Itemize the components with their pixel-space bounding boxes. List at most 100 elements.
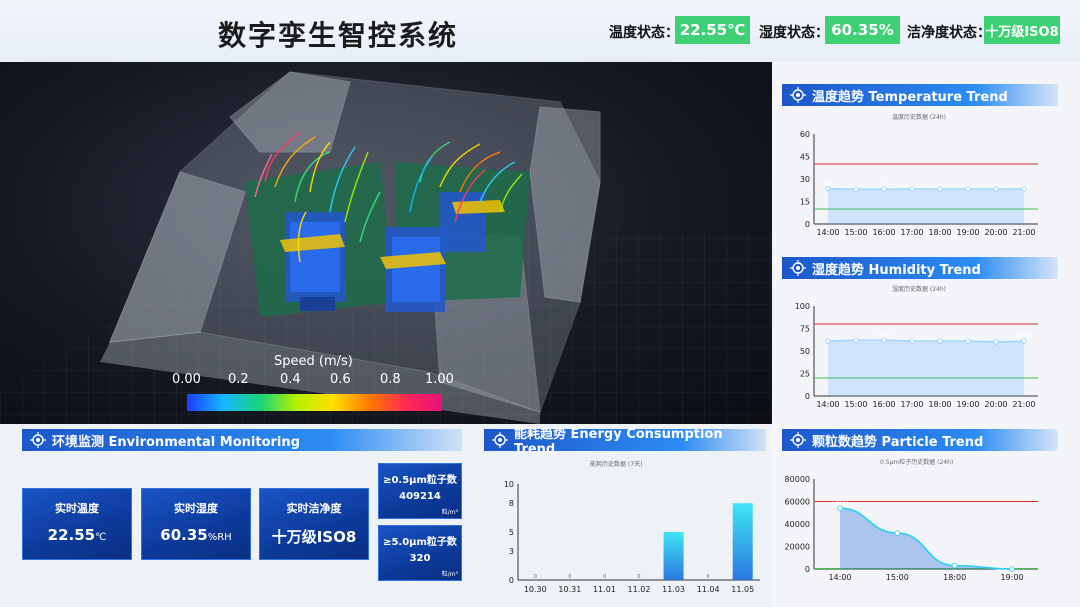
particle-50um-card: ≥5.0μm粒子数 320 粒/m³ bbox=[378, 525, 462, 581]
x-tick-label: 14:00 bbox=[828, 573, 851, 582]
humidity-chart-subtitle: 湿度历史数据 (24h) bbox=[892, 286, 947, 293]
data-label: 54023 bbox=[832, 500, 848, 506]
particle-unit: 粒/m³ bbox=[441, 509, 458, 516]
speed-legend-title: Speed (m/s) bbox=[274, 354, 353, 369]
humidity-status-label: 湿度状态： bbox=[759, 25, 829, 41]
speed-tick: 1.00 bbox=[425, 372, 454, 387]
card-value-row: 22.55℃ bbox=[22, 526, 132, 544]
bar-value-label: 5 bbox=[672, 526, 675, 532]
data-point bbox=[853, 186, 859, 192]
data-point bbox=[937, 338, 943, 344]
data-label: 60.3% bbox=[1016, 333, 1032, 339]
x-tick-label: 19:00 bbox=[956, 400, 979, 409]
data-point bbox=[1021, 186, 1027, 192]
data-point bbox=[951, 562, 958, 569]
bar-value-label: 0 bbox=[637, 574, 640, 580]
x-tick-label: 18:00 bbox=[943, 573, 966, 582]
cleanroom-3d-model bbox=[0, 71, 772, 424]
speed-tick: 0.4 bbox=[280, 372, 301, 387]
bar-value-label: 0 bbox=[568, 574, 571, 580]
energy-trend-chart: 0 3 5 8 10 10.30 0 10.31 0 11.01 0 11.02 0 11.03 5 11.0… bbox=[504, 480, 760, 594]
card-label: 实时温度 bbox=[55, 502, 99, 515]
y-tick-label: 100 bbox=[795, 302, 810, 311]
x-tick-label: 18:00 bbox=[928, 228, 951, 237]
y-tick-label: 50 bbox=[800, 347, 810, 356]
data-point bbox=[1009, 566, 1015, 572]
card-value: 22.55 bbox=[47, 526, 96, 544]
data-point bbox=[993, 186, 999, 192]
humidity-trend-title: 湿度趋势 Humidity Trend bbox=[812, 262, 981, 278]
x-tick-label: 11.04 bbox=[697, 585, 720, 594]
x-tick-label: 14:00 bbox=[816, 228, 839, 237]
x-tick-label: 11.02 bbox=[628, 585, 651, 594]
series-area bbox=[828, 340, 1024, 396]
particle-value: 320 bbox=[409, 553, 431, 564]
realtime-humidity-card: 实时湿度 60.35%RH bbox=[141, 488, 251, 560]
data-point bbox=[853, 337, 859, 343]
data-point bbox=[894, 530, 901, 536]
speed-tick: 0.6 bbox=[330, 372, 351, 387]
y-tick-label: 0 bbox=[805, 392, 810, 401]
speed-tick: 0.8 bbox=[380, 372, 401, 387]
realtime-cleanliness-card: 实时洁净度 十万级ISO8 bbox=[259, 488, 369, 560]
data-point bbox=[881, 337, 887, 343]
x-tick-label: 19:00 bbox=[1000, 573, 1023, 582]
energy-bar bbox=[663, 532, 684, 580]
data-point bbox=[909, 186, 915, 192]
data-point bbox=[837, 505, 843, 512]
temperature-status-badge: 22.55℃ bbox=[675, 16, 750, 44]
y-tick-label: 75 bbox=[800, 325, 810, 334]
data-label: 23.5 bbox=[822, 181, 833, 187]
card-value: 60.35 bbox=[160, 526, 208, 544]
y-tick-label: 15 bbox=[800, 198, 810, 207]
data-point bbox=[1021, 338, 1027, 344]
data-point bbox=[909, 338, 915, 344]
energy-trend-title: 能耗趋势 Energy Consumption Trend bbox=[514, 427, 723, 457]
card-label: 实时洁净度 bbox=[286, 502, 342, 515]
particle-trend-header: 颗粒数趋势 Particle Trend bbox=[782, 429, 1058, 451]
page-title: 数字孪生智控系统 bbox=[218, 19, 459, 52]
x-tick-label: 19:00 bbox=[956, 228, 979, 237]
bar-value-label: 8 bbox=[741, 497, 744, 503]
particle-unit: 粒/m³ bbox=[441, 571, 458, 578]
digital-twin-3d-viewport[interactable]: Speed (m/s) 0.00 0.2 0.4 0.6 0.8 1.00 bbox=[0, 62, 772, 424]
y-tick-label: 3 bbox=[509, 547, 514, 556]
y-tick-label: 25 bbox=[800, 370, 810, 379]
bar-value-label: 0 bbox=[603, 574, 606, 580]
x-tick-label: 21:00 bbox=[1012, 228, 1035, 237]
data-label: 0 bbox=[1010, 561, 1013, 567]
data-label: 23.3 bbox=[878, 181, 889, 187]
x-tick-label: 20:00 bbox=[984, 400, 1007, 409]
energy-bar bbox=[732, 503, 753, 580]
chip-icon bbox=[30, 432, 46, 448]
realtime-temperature-card: 实时温度 22.55℃ bbox=[22, 488, 132, 560]
speed-tick: 0.00 bbox=[172, 372, 201, 387]
y-tick-label: 80000 bbox=[785, 475, 810, 484]
data-point bbox=[825, 186, 831, 192]
particle-label: ≥5.0μm粒子数 bbox=[383, 537, 457, 548]
chip-icon bbox=[790, 260, 806, 276]
temperature-trend-chart: 0 15 30 45 60 14:00 15:00 16:00 17:00 18:00 19:00 2… bbox=[800, 130, 1038, 237]
y-tick-label: 45 bbox=[800, 153, 810, 162]
y-tick-label: 60 bbox=[800, 130, 810, 139]
temperature-chart-subtitle: 温度历史数据 (24h) bbox=[892, 114, 947, 121]
environment-monitoring-header: 环境监测 Environmental Monitoring bbox=[22, 429, 462, 451]
x-tick-label: 15:00 bbox=[886, 573, 909, 582]
particle-trend-chart: 0 20000 40000 60000 80000 14:00 15:00 18:00 19:0… bbox=[785, 475, 1038, 582]
temperature-trend-title: 温度趋势 Temperature Trend bbox=[812, 89, 1008, 105]
data-label: 62.3% bbox=[876, 332, 892, 338]
cleanliness-status-badge: 十万级ISO8 bbox=[984, 16, 1060, 44]
x-tick-label: 18:00 bbox=[928, 400, 951, 409]
particle-chart-subtitle: 0.5μm粒子历史数据 (24h) bbox=[880, 459, 954, 466]
card-unit: %RH bbox=[207, 532, 232, 543]
x-tick-label: 11.01 bbox=[593, 585, 616, 594]
y-tick-label: 8 bbox=[509, 499, 514, 508]
x-tick-label: 11.03 bbox=[662, 585, 685, 594]
humidity-trend-header: 湿度趋势 Humidity Trend bbox=[782, 257, 1058, 279]
series-area bbox=[828, 188, 1024, 224]
temperature-status-label: 温度状态： bbox=[609, 25, 679, 41]
data-point bbox=[965, 338, 971, 344]
y-tick-label: 0 bbox=[509, 576, 514, 585]
bar-value-label: 0 bbox=[534, 574, 537, 580]
x-tick-label: 21:00 bbox=[1012, 400, 1035, 409]
